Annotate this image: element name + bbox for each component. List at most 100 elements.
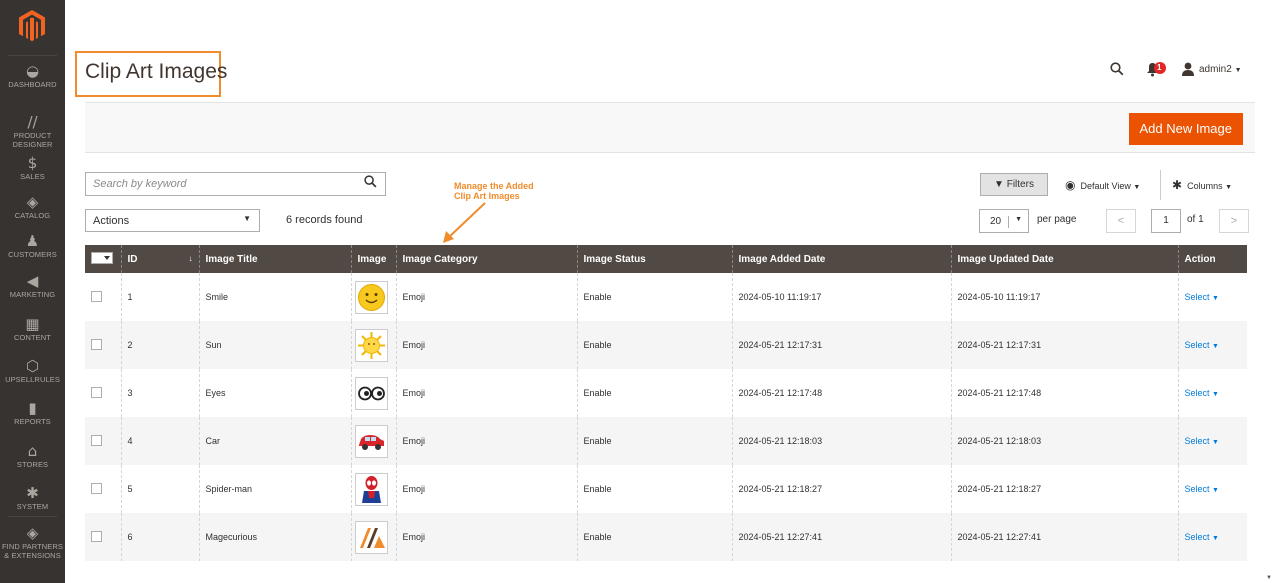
table-row[interactable]: 4 Car Emoji Enable 2024-05-21 12:18:03 2024-0… [85, 417, 1247, 465]
sidebar-item-dashboard[interactable]: ◒ Dashboard [0, 62, 65, 89]
current-page-input[interactable]: 1 [1151, 209, 1181, 233]
row-select-cell[interactable] [85, 465, 121, 513]
mass-select-header[interactable] [85, 245, 121, 273]
sidebar-item-stores[interactable]: ⌂ Stores [0, 442, 65, 469]
chevron-down-icon: ▼ [1234, 67, 1242, 74]
sidebar-item-upsellrules[interactable]: ⬡ Upsellrules [0, 357, 65, 384]
mass-actions-select[interactable]: Actions ▼ [85, 209, 260, 232]
chevron-down-icon: ▼ [1212, 439, 1219, 446]
cell-category: Emoji [395, 369, 577, 417]
columns-dropdown[interactable]: ✱ Columns ▼ [1172, 178, 1232, 192]
table-row[interactable]: 6 Magecurious Emoji Enable 2024-05-21 12:27:… [85, 513, 1247, 561]
column-header-image[interactable]: Image [350, 245, 396, 273]
row-select-cell[interactable] [85, 417, 121, 465]
cell-category: Emoji [395, 417, 577, 465]
cell-category: Emoji [395, 465, 577, 513]
previous-page-button[interactable]: < [1106, 209, 1136, 233]
select-action-link[interactable]: Select ▼ [1185, 532, 1219, 542]
row-checkbox[interactable] [91, 482, 102, 494]
select-action-link[interactable]: Select ▼ [1185, 340, 1219, 350]
column-header-added[interactable]: Image Added Date [731, 245, 951, 273]
cell-id: 5 [120, 465, 199, 513]
scroll-down-arrow-icon[interactable]: ▼ [1266, 575, 1272, 581]
column-header-category[interactable]: Image Category [395, 245, 577, 273]
select-action-link[interactable]: Select ▼ [1185, 292, 1219, 302]
cell-category: Emoji [395, 321, 577, 369]
select-action-label: Select [1184, 340, 1210, 350]
sidebar-item-sales[interactable]: $ Sales [0, 154, 65, 181]
next-page-button[interactable]: > [1219, 209, 1249, 233]
sidebar-item-content[interactable]: ▦ Content [0, 315, 65, 342]
cell-action[interactable]: Select ▼ [1177, 417, 1247, 465]
magecurious-logo-thumbnail [354, 520, 388, 554]
cell-updated-date: 2024-05-21 12:17:31 [950, 321, 1178, 369]
catalog-icon: ◈ [26, 193, 39, 211]
cell-id: 1 [120, 273, 199, 321]
chevron-down-icon: ▼ [1212, 295, 1219, 302]
user-avatar-icon[interactable] [1182, 62, 1194, 81]
select-action-label: Select [1184, 388, 1210, 398]
row-checkbox[interactable] [91, 386, 102, 398]
search-input[interactable]: Search by keyword [85, 172, 386, 196]
column-header-status[interactable]: Image Status [576, 245, 732, 273]
row-checkbox[interactable] [91, 290, 102, 302]
table-row[interactable]: 2 Sun Emoji Enable 2024-05-21 12:17:31 2024-0… [85, 321, 1247, 369]
row-select-cell[interactable] [85, 369, 121, 417]
row-select-cell[interactable] [85, 321, 121, 369]
cell-action[interactable]: Select ▼ [1177, 273, 1247, 321]
cell-id: 6 [120, 513, 199, 561]
column-header-updated[interactable]: Image Updated Date [950, 245, 1178, 273]
table-row[interactable]: 3 Eyes Emoji Enable 2024-05-21 12:17:48 2024-… [85, 369, 1247, 417]
admin-user-menu[interactable]: admin2 ▼ [1199, 64, 1242, 75]
main-content: Clip Art Images 1 admin2 ▼ Add New Image… [65, 0, 1274, 583]
sidebar-item-customers[interactable]: ♟ Customers [0, 232, 65, 259]
default-view-dropdown[interactable]: ◉ Default View ▼ [1065, 178, 1140, 192]
select-action-label: Select [1184, 532, 1210, 542]
select-action-link[interactable]: Select ▼ [1185, 436, 1219, 446]
row-checkbox[interactable] [91, 434, 102, 446]
grid-header-row: ID ↓ Image Title Image Image Category Ima… [85, 245, 1247, 273]
column-header-id[interactable]: ID ↓ [120, 245, 199, 273]
magento-logo[interactable] [17, 8, 47, 44]
chevron-down-icon: ▼ [1212, 391, 1219, 398]
sidebar-item-system[interactable]: ✱ System [0, 484, 65, 511]
sidebar-item-label: Catalog [14, 211, 51, 220]
page-title: Clip Art Images [85, 60, 228, 83]
cell-status: Enable [576, 465, 732, 513]
search-icon[interactable] [364, 175, 377, 192]
chevron-down-icon: ▼ [1212, 535, 1219, 542]
column-header-title[interactable]: Image Title [198, 245, 351, 273]
default-view-label: Default View [1080, 181, 1131, 191]
cell-added-date: 2024-05-21 12:17:48 [731, 369, 951, 417]
cell-action[interactable]: Select ▼ [1177, 369, 1247, 417]
cell-action[interactable]: Select ▼ [1177, 465, 1247, 513]
cell-image [350, 321, 396, 369]
select-action-link[interactable]: Select ▼ [1185, 388, 1219, 398]
cell-action[interactable]: Select ▼ [1177, 513, 1247, 561]
table-row[interactable]: 5 Spider-man Emoji Enable 2024-05-21 12:18:2… [85, 465, 1247, 513]
chevron-down-icon: ▼ [1133, 184, 1141, 191]
dashboard-icon: ◒ [25, 62, 40, 80]
global-search-icon[interactable] [1110, 62, 1124, 81]
cell-image [350, 273, 396, 321]
sidebar-item-reports[interactable]: ▮ Reports [0, 399, 65, 426]
cell-updated-date: 2024-05-21 12:18:03 [950, 417, 1178, 465]
sidebar-item-catalog[interactable]: ◈ Catalog [0, 193, 65, 220]
row-select-cell[interactable] [85, 273, 121, 321]
select-action-link[interactable]: Select ▼ [1185, 484, 1219, 494]
sidebar-item-find-partners-extensions[interactable]: ◈ Find Partners & Extensions [0, 524, 65, 560]
row-checkbox[interactable] [91, 338, 102, 350]
add-new-image-button[interactable]: Add New Image [1128, 113, 1243, 145]
mass-select-checkbox[interactable] [91, 251, 113, 264]
per-page-select[interactable]: 20 ▼ [979, 209, 1029, 233]
row-checkbox[interactable] [91, 530, 102, 542]
cell-added-date: 2024-05-21 12:17:31 [731, 321, 951, 369]
sidebar-item-marketing[interactable]: ◀ Marketing [0, 272, 65, 299]
cell-updated-date: 2024-05-21 12:27:41 [950, 513, 1178, 561]
cell-category: Emoji [395, 273, 577, 321]
cell-action[interactable]: Select ▼ [1177, 321, 1247, 369]
row-select-cell[interactable] [85, 513, 121, 561]
sidebar-item-product-designer[interactable]: //Product Designer [0, 113, 65, 149]
filters-button[interactable]: ▼ Filters [980, 173, 1048, 196]
table-row[interactable]: 1 Smile Emoji Enable 2024-05-10 11:19:17 2024… [85, 273, 1247, 321]
